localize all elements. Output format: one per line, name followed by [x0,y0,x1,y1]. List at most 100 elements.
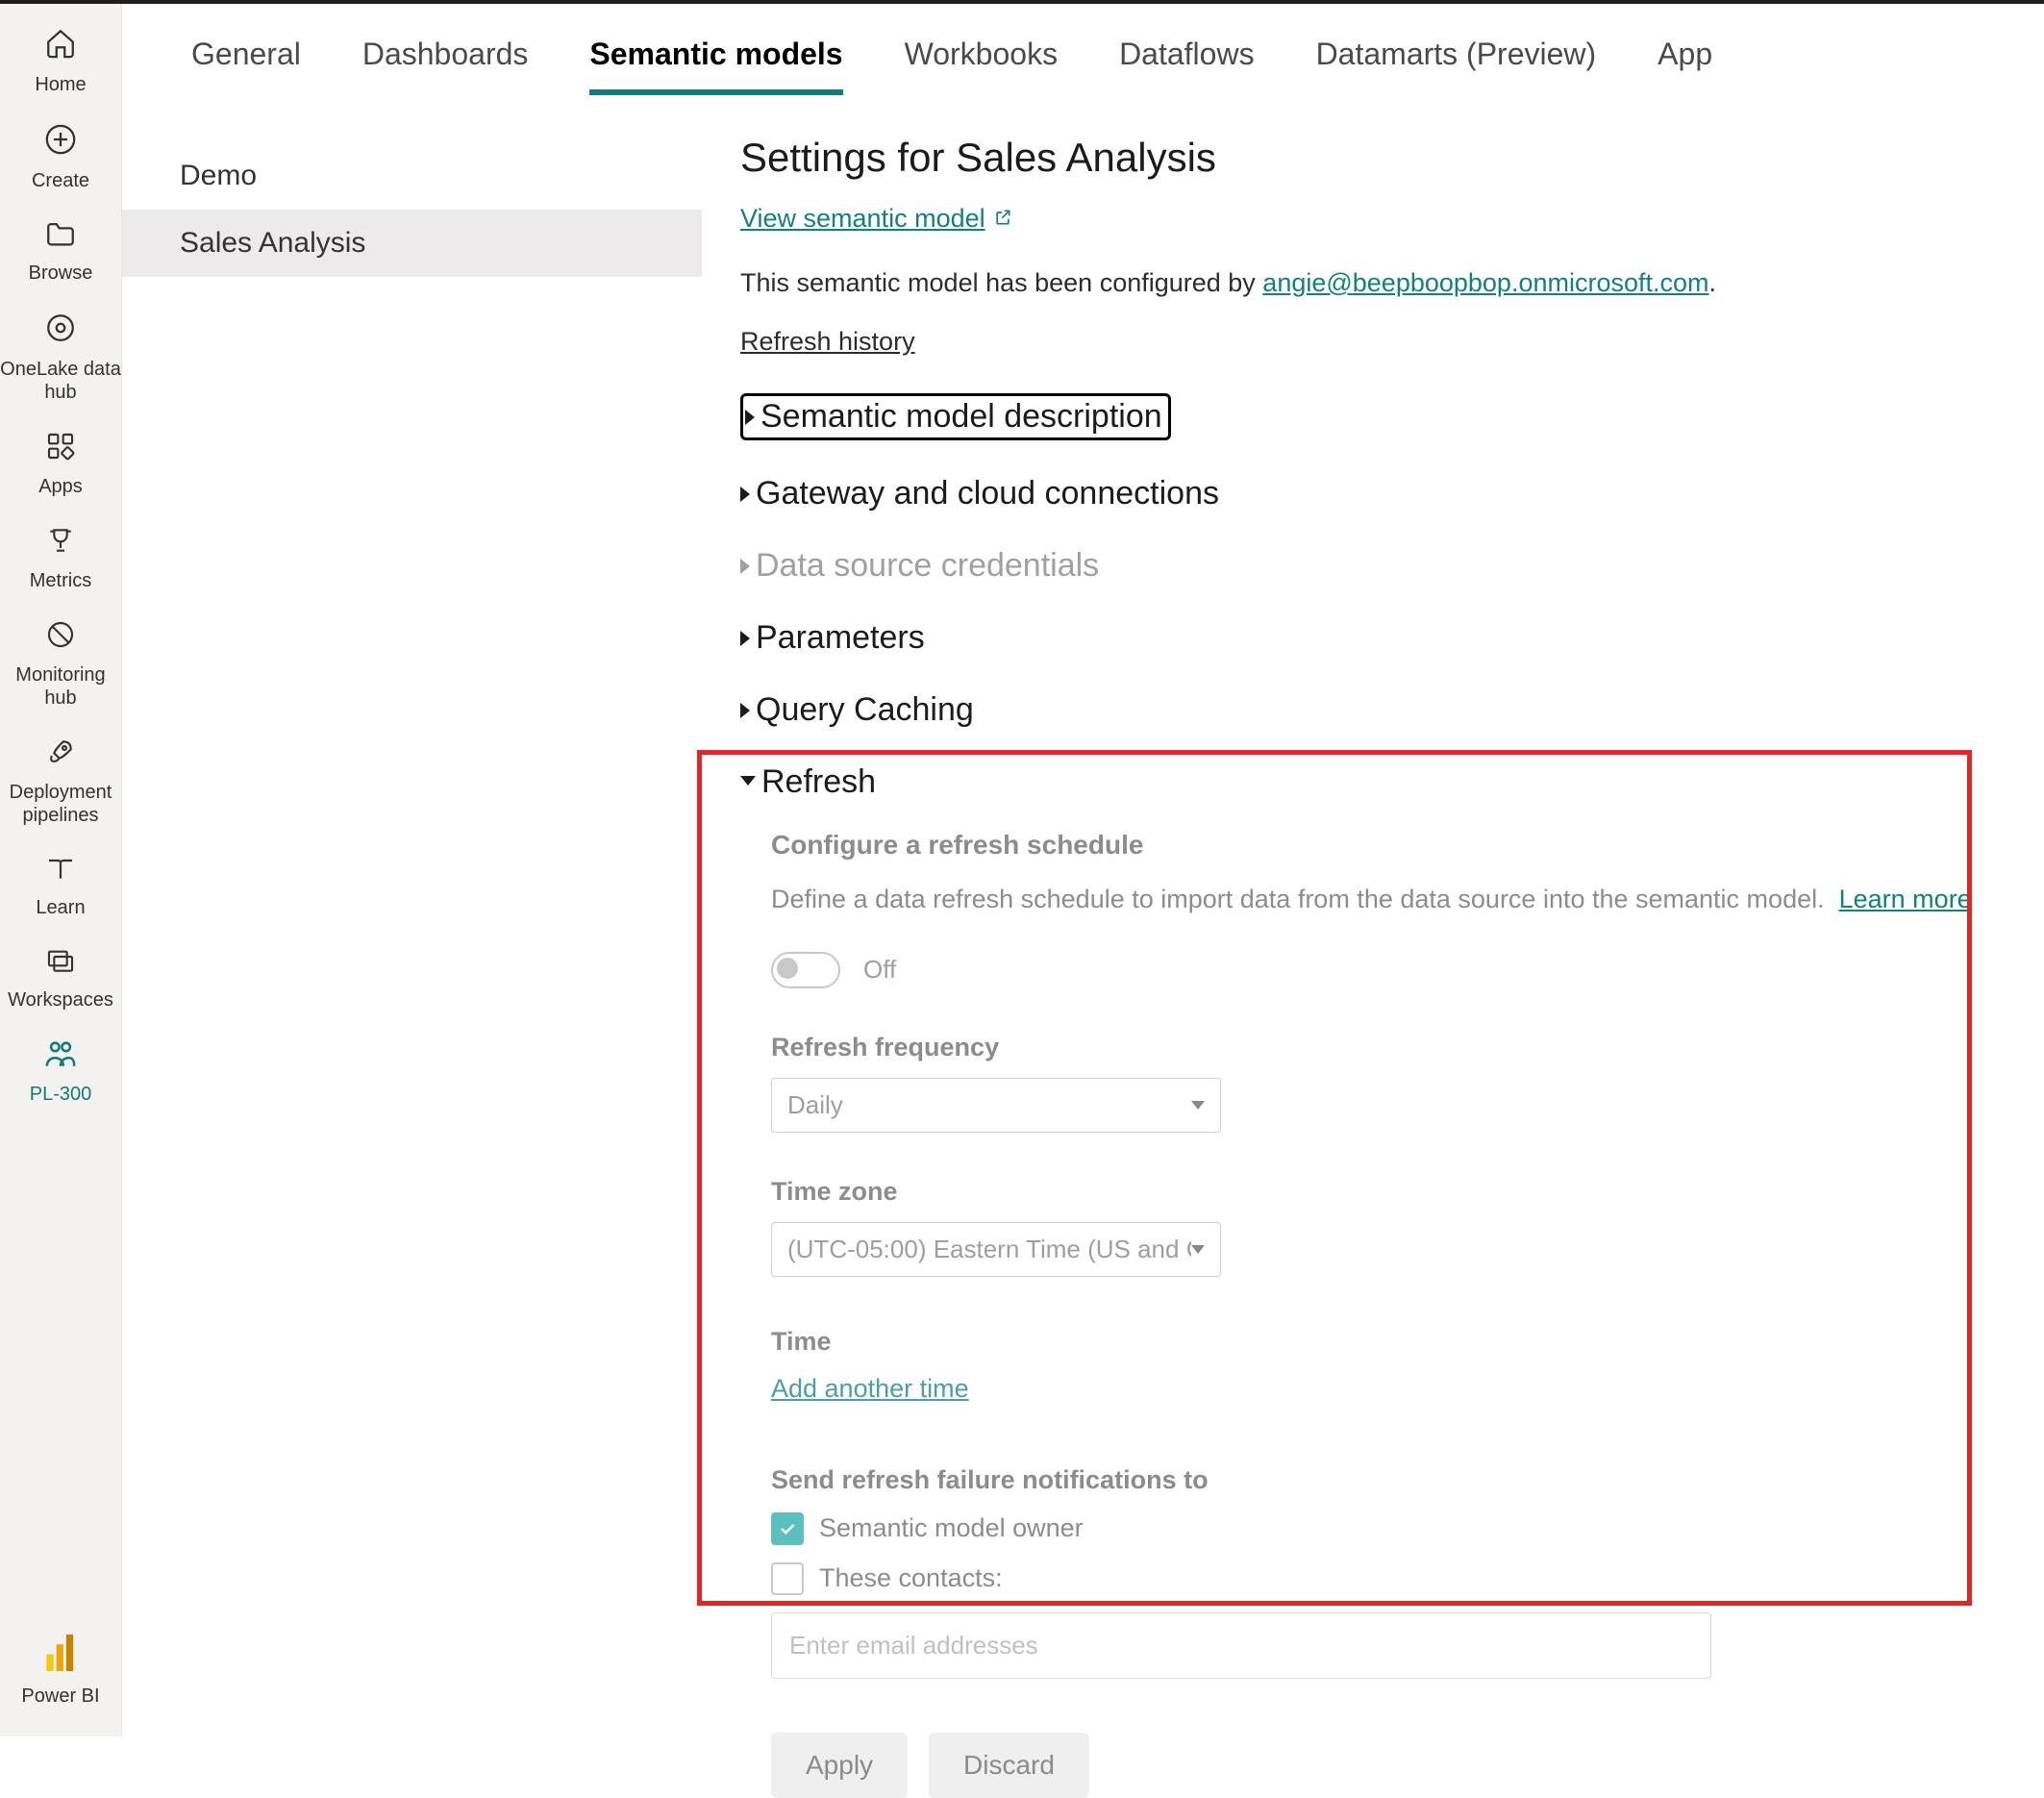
trophy-icon [45,525,76,562]
list-item[interactable]: Sales Analysis [122,210,702,277]
frequency-select[interactable]: Daily [771,1078,1221,1133]
chevron-down-icon [740,776,756,786]
nav-label: Monitoring hub [0,663,121,710]
acc-credentials: Data source credentials [740,530,2015,602]
frequency-value: Daily [787,1090,843,1120]
acc-label: Data source credentials [756,547,1099,585]
acc-parameters[interactable]: Parameters [740,602,2015,674]
configured-by-prefix: This semantic model has been configured … [740,268,1262,297]
nav-label: PL-300 [30,1083,92,1106]
nav-home[interactable]: Home [0,17,121,113]
acc-label: Query Caching [756,691,974,729]
tab-dashboards[interactable]: Dashboards [362,37,529,95]
apps-icon [45,431,76,467]
nav-metrics[interactable]: Metrics [0,515,121,610]
main-area: General Dashboards Semantic models Workb… [122,4,2044,1736]
list-item[interactable]: Demo [122,142,702,210]
schedule-toggle-row: Off [771,952,2015,988]
notify-contacts-input[interactable]: Enter email addresses [771,1612,1711,1679]
nav-label: Deployment pipelines [0,781,121,827]
toggle-state: Off [863,955,896,985]
acc-label: Semantic model description [760,398,1162,436]
grid-icon [44,312,77,350]
timezone-value: (UTC-05:00) Eastern Time (US and Ca [787,1235,1191,1264]
refresh-history-link[interactable]: Refresh history [740,327,915,357]
frequency-label: Refresh frequency [771,1033,2015,1062]
notify-contacts-checkbox[interactable] [771,1562,804,1595]
chevron-down-icon [1191,1245,1205,1254]
chevron-right-icon [740,703,750,718]
nav-label: Learn [36,896,85,919]
tab-dataflows[interactable]: Dataflows [1119,37,1255,95]
nav-deployment[interactable]: Deployment pipelines [0,727,121,844]
nav-learn[interactable]: Learn [0,844,121,936]
rocket-icon [45,737,76,773]
schedule-toggle[interactable] [771,952,840,988]
nav-label: Metrics [30,569,91,592]
time-label: Time [771,1327,2015,1357]
people-icon [44,1038,77,1075]
home-icon [44,27,77,65]
chevron-right-icon [745,410,755,425]
nav-label: Create [32,169,89,192]
settings-body: Settings for Sales Analysis View semanti… [702,96,2044,1736]
nav-label: Apps [38,475,83,498]
nav-label: Home [35,73,86,96]
nav-label: Workspaces [8,988,113,1011]
nav-browse[interactable]: Browse [0,210,121,302]
nav-label: OneLake data hub [0,358,121,404]
chevron-down-icon [1191,1101,1205,1110]
timezone-select[interactable]: (UTC-05:00) Eastern Time (US and Ca [771,1222,1221,1277]
timezone-label: Time zone [771,1177,2015,1207]
nav-power-bi[interactable]: Power BI [0,1625,121,1736]
acc-gateway[interactable]: Gateway and cloud connections [740,458,2015,530]
accordion: Semantic model description Gateway and c… [740,376,2015,1679]
folder-icon [44,219,77,254]
email-placeholder: Enter email addresses [789,1631,1038,1660]
acc-caching[interactable]: Query Caching [740,674,2015,746]
acc-refresh[interactable]: Refresh [740,746,2015,818]
footer-buttons: Apply Discard [740,1733,2015,1798]
tabs-bar: General Dashboards Semantic models Workb… [122,4,2044,96]
acc-label: Parameters [756,619,925,657]
configured-by-line: This semantic model has been configured … [740,268,2015,298]
refresh-desc: Define a data refresh schedule to import… [771,885,1825,913]
tab-app[interactable]: App [1658,37,1712,95]
chevron-right-icon [740,631,750,646]
nav-workspaces[interactable]: Workspaces [0,936,121,1029]
nav-label: Browse [29,262,93,285]
chevron-right-icon [740,559,750,574]
external-link-icon [993,204,1012,234]
book-icon [45,854,76,888]
tab-datamarts[interactable]: Datamarts (Preview) [1316,37,1597,95]
nav-create[interactable]: Create [0,113,121,210]
acc-description[interactable]: Semantic model description [740,376,2015,458]
view-semantic-model-link[interactable]: View semantic model [740,204,1012,234]
tab-general[interactable]: General [191,37,301,95]
notify-contacts-label: These contacts: [819,1563,1003,1593]
add-time-link[interactable]: Add another time [771,1374,969,1404]
semantic-model-list: Demo Sales Analysis [122,96,702,1736]
power-bi-logo-icon [46,1635,75,1677]
nav-label: Power BI [21,1685,99,1708]
chevron-right-icon [740,487,750,502]
tab-semantic-models[interactable]: Semantic models [589,37,842,95]
left-nav: Home Create Browse OneLake data hub Apps [0,4,122,1736]
acc-label: Gateway and cloud connections [756,475,1219,512]
discard-button[interactable]: Discard [929,1733,1089,1798]
workspaces-icon [45,946,76,981]
nav-onelake[interactable]: OneLake data hub [0,302,121,421]
apply-button[interactable]: Apply [771,1733,908,1798]
nav-pl300[interactable]: PL-300 [0,1029,121,1123]
notify-heading: Send refresh failure notifications to [771,1465,2015,1495]
no-icon [45,619,76,656]
configured-by-email-link[interactable]: angie@beepboopbop.onmicrosoft.com [1262,268,1708,297]
notify-owner-checkbox[interactable] [771,1512,804,1545]
tab-workbooks[interactable]: Workbooks [905,37,1058,95]
plus-circle-icon [44,123,77,162]
link-text: View semantic model [740,204,985,234]
nav-apps[interactable]: Apps [0,421,121,515]
acc-label: Refresh [761,763,876,801]
nav-monitoring[interactable]: Monitoring hub [0,610,121,727]
learn-more-link[interactable]: Learn more [1839,885,1972,913]
